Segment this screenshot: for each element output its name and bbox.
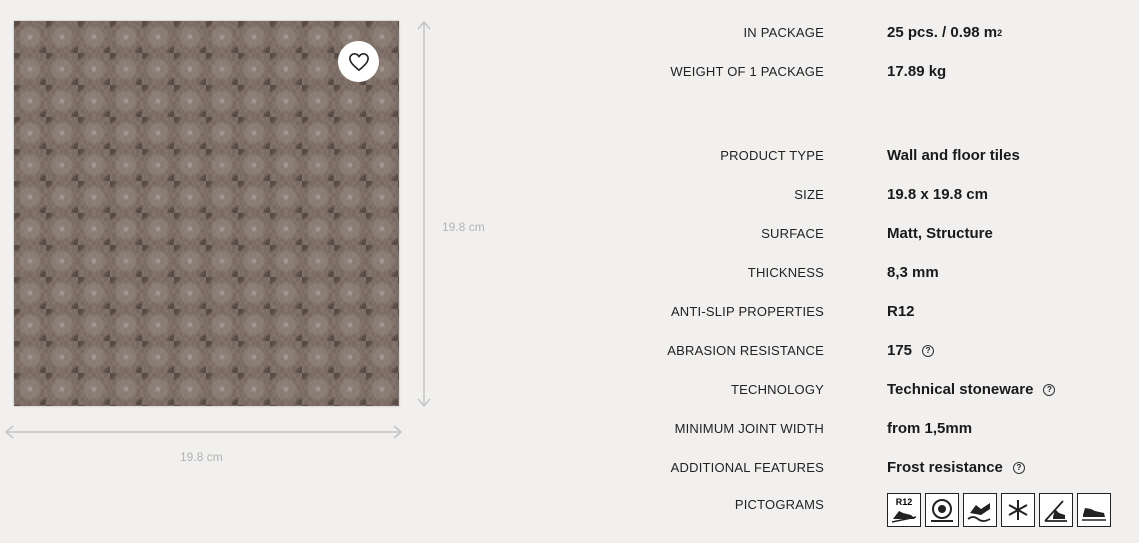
- pictogram-list: R12: [887, 493, 1111, 527]
- spec-row-anti-slip: ANTI-SLIP PROPERTIES R12: [560, 300, 1139, 324]
- spec-label: TECHNOLOGY: [730, 382, 824, 397]
- spec-value: 17.89 kg: [887, 63, 947, 80]
- spec-row-in-package: IN PACKAGE 25 pcs. / 0.98 m2: [560, 21, 1139, 45]
- spec-label: MINIMUM JOINT WIDTH: [674, 421, 824, 436]
- spec-value: from 1,5mm: [887, 420, 973, 437]
- spec-row-additional-features: ADDITIONAL FEATURES Frost resistance?: [560, 456, 1139, 480]
- spec-value: Technical stoneware?: [887, 378, 1056, 402]
- spec-row-thickness: THICKNESS 8,3 mm: [560, 261, 1139, 285]
- help-icon[interactable]: ?: [1012, 462, 1025, 474]
- spec-label: WEIGHT OF 1 PACKAGE: [670, 64, 824, 79]
- spec-row-surface: SURFACE Matt, Structure: [560, 222, 1139, 246]
- width-dimension-label: 19.8 cm: [180, 450, 223, 464]
- help-icon[interactable]: ?: [922, 345, 935, 357]
- spec-row-weight: WEIGHT OF 1 PACKAGE 17.89 kg: [560, 60, 1139, 84]
- spec-value: R12: [887, 303, 915, 320]
- spec-row-technology: TECHNOLOGY Technical stoneware?: [560, 378, 1139, 402]
- height-dimension-label: 19.8 cm: [442, 220, 485, 234]
- width-dimension-line: [4, 425, 403, 439]
- svg-text:R12: R12: [896, 497, 913, 507]
- spec-value: Frost resistance?: [887, 456, 1025, 480]
- spec-label: ABRASION RESISTANCE: [667, 343, 824, 358]
- spec-value: 8,3 mm: [887, 264, 939, 281]
- spec-value: Wall and floor tiles: [887, 147, 1020, 164]
- spec-label: PICTOGRAMS: [734, 497, 824, 512]
- wet-floor-icon[interactable]: [963, 493, 997, 527]
- spec-label: SURFACE: [761, 226, 824, 241]
- spec-value: 175?: [887, 339, 935, 363]
- spec-label: SIZE: [794, 187, 824, 202]
- frost-resistance-icon[interactable]: [1001, 493, 1035, 527]
- spec-row-joint-width: MINIMUM JOINT WIDTH from 1,5mm: [560, 417, 1139, 441]
- favorite-button[interactable]: [338, 41, 379, 82]
- spec-label: ANTI-SLIP PROPERTIES: [670, 304, 824, 319]
- help-icon[interactable]: ?: [1043, 384, 1056, 396]
- abrasion-icon[interactable]: [925, 493, 959, 527]
- spec-row-abrasion: ABRASION RESISTANCE 175?: [560, 339, 1139, 363]
- spec-row-product-type: PRODUCT TYPE Wall and floor tiles: [560, 144, 1139, 168]
- spec-row-size: SIZE 19.8 x 19.8 cm: [560, 183, 1139, 207]
- shoe-icon[interactable]: [1077, 493, 1111, 527]
- spec-label: ADDITIONAL FEATURES: [670, 460, 824, 475]
- anti-slip-r12-icon[interactable]: R12: [887, 493, 921, 527]
- product-image: [14, 21, 399, 406]
- spec-label: PRODUCT TYPE: [720, 148, 824, 163]
- spec-value: 25 pcs. / 0.98 m2: [887, 24, 1003, 41]
- spec-value: 19.8 x 19.8 cm: [887, 186, 988, 203]
- height-dimension-line: [417, 20, 431, 408]
- spec-value: Matt, Structure: [887, 225, 993, 242]
- spec-label: IN PACKAGE: [743, 25, 824, 40]
- heart-icon: [348, 52, 369, 71]
- slip-angle-icon[interactable]: [1039, 493, 1073, 527]
- spec-label: THICKNESS: [747, 265, 824, 280]
